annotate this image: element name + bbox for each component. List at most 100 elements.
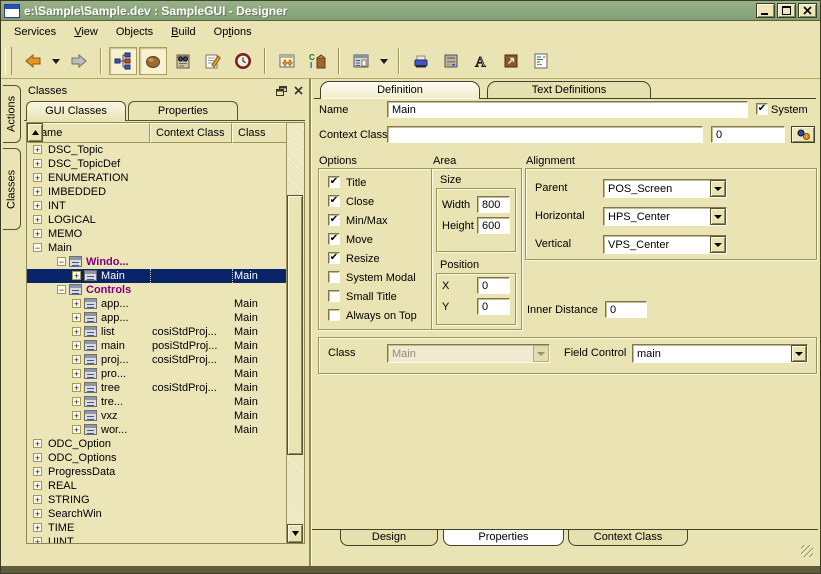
field-control-combo[interactable]: main bbox=[632, 344, 808, 363]
height-input[interactable]: 600 bbox=[477, 217, 510, 234]
expand-icon[interactable]: + bbox=[33, 481, 42, 490]
checkbox-system-modal[interactable] bbox=[328, 271, 340, 283]
tree-row-tree[interactable]: +treecosiStdProj...Main bbox=[27, 381, 288, 395]
form-view-button[interactable] bbox=[347, 47, 375, 75]
expand-icon[interactable]: + bbox=[72, 369, 81, 378]
tree-row-main[interactable]: −Main bbox=[27, 241, 288, 255]
checkbox-close[interactable]: ✔ bbox=[328, 195, 340, 207]
expand-icon[interactable]: + bbox=[33, 201, 42, 210]
tree-row-searchwin[interactable]: +SearchWin bbox=[27, 507, 288, 521]
column-header-name[interactable]: Name bbox=[27, 123, 150, 143]
bottom-tab-design[interactable]: Design bbox=[340, 530, 438, 546]
expand-icon[interactable]: + bbox=[33, 509, 42, 518]
settings-list-button[interactable] bbox=[527, 47, 555, 75]
font-button[interactable]: A bbox=[467, 47, 495, 75]
checkbox-min-max[interactable]: ✔ bbox=[328, 214, 340, 226]
expand-icon[interactable]: + bbox=[33, 537, 42, 544]
horizontal-combo[interactable]: HPS_Center bbox=[603, 207, 727, 226]
close-button[interactable] bbox=[798, 3, 817, 18]
scroll-up-button[interactable] bbox=[27, 123, 43, 142]
combo-dropdown-button[interactable] bbox=[710, 236, 726, 253]
expand-icon[interactable]: + bbox=[72, 341, 81, 350]
menu-services[interactable]: Services bbox=[5, 23, 65, 41]
tree-row-windo[interactable]: −Windo... bbox=[27, 255, 288, 269]
tree-row-string[interactable]: +STRING bbox=[27, 493, 288, 507]
side-tab-actions[interactable]: Actions bbox=[3, 85, 21, 143]
object-button[interactable] bbox=[139, 47, 167, 75]
back-button[interactable] bbox=[19, 47, 47, 75]
documentation-button[interactable] bbox=[169, 47, 197, 75]
context-count-input[interactable]: 0 bbox=[711, 126, 785, 143]
system-checkbox[interactable]: ✔ bbox=[756, 103, 768, 115]
expand-icon[interactable]: + bbox=[72, 425, 81, 434]
expand-icon[interactable]: + bbox=[33, 453, 42, 462]
expand-icon[interactable]: + bbox=[33, 439, 42, 448]
name-input[interactable]: Main bbox=[387, 101, 748, 118]
tree-row-main[interactable]: +MainMain bbox=[27, 269, 288, 283]
menu-objects[interactable]: Objects bbox=[107, 23, 162, 41]
column-header-context-class[interactable]: Context Class bbox=[150, 123, 232, 143]
tree-row-proj[interactable]: +proj...cosiStdProj...Main bbox=[27, 353, 288, 367]
code-interface-button[interactable]: CI bbox=[303, 47, 331, 75]
expand-icon[interactable]: + bbox=[72, 299, 81, 308]
expand-icon[interactable]: + bbox=[72, 327, 81, 336]
context-class-input[interactable] bbox=[387, 126, 703, 143]
combo-dropdown-button[interactable] bbox=[710, 208, 726, 225]
column-header-class[interactable]: Class bbox=[232, 123, 288, 143]
menu-options[interactable]: Options bbox=[205, 23, 261, 41]
expand-icon[interactable]: + bbox=[72, 313, 81, 322]
tree-row-pro[interactable]: +pro...Main bbox=[27, 367, 288, 381]
x-input[interactable]: 0 bbox=[477, 277, 510, 294]
tree-row-dsctopicdef[interactable]: +DSC_TopicDef bbox=[27, 157, 288, 171]
tree-row-enumeration[interactable]: +ENUMERATION bbox=[27, 171, 288, 185]
tab-definition[interactable]: Definition bbox=[320, 81, 480, 99]
tree-row-time[interactable]: +TIME bbox=[27, 521, 288, 535]
tree-row-app[interactable]: +app...Main bbox=[27, 297, 288, 311]
expand-icon[interactable]: + bbox=[72, 383, 81, 392]
tab-text-definitions[interactable]: Text Definitions bbox=[487, 81, 651, 99]
vertical-combo[interactable]: VPS_Center bbox=[603, 235, 727, 254]
toolbar-grip[interactable] bbox=[5, 47, 12, 75]
expand-icon[interactable]: + bbox=[33, 173, 42, 182]
collapse-icon[interactable]: − bbox=[33, 243, 42, 252]
checkbox-move[interactable]: ✔ bbox=[328, 233, 340, 245]
scroll-down-button[interactable] bbox=[287, 524, 303, 543]
forward-button[interactable] bbox=[65, 47, 93, 75]
tree-row-imbedded[interactable]: +IMBEDDED bbox=[27, 185, 288, 199]
tree-row-logical[interactable]: +LOGICAL bbox=[27, 213, 288, 227]
tree-row-tre[interactable]: +tre...Main bbox=[27, 395, 288, 409]
expand-icon[interactable]: + bbox=[33, 467, 42, 476]
generate-window-button[interactable] bbox=[273, 47, 301, 75]
tree-row-odcoptions[interactable]: +ODC_Options bbox=[27, 451, 288, 465]
combo-dropdown-button[interactable] bbox=[710, 180, 726, 197]
device-button[interactable] bbox=[437, 47, 465, 75]
edit-button[interactable] bbox=[199, 47, 227, 75]
checkbox-title[interactable]: ✔ bbox=[328, 176, 340, 188]
expand-icon[interactable]: + bbox=[72, 355, 81, 364]
expand-icon[interactable]: + bbox=[33, 495, 42, 504]
resize-grip[interactable] bbox=[801, 545, 813, 557]
tab-properties[interactable]: Properties bbox=[128, 101, 238, 121]
tab-gui-classes[interactable]: GUI Classes bbox=[26, 101, 126, 121]
parent-combo[interactable]: POS_Screen bbox=[603, 179, 727, 198]
tree-scrollbar[interactable] bbox=[286, 123, 304, 543]
tree-row-progressdata[interactable]: +ProgressData bbox=[27, 465, 288, 479]
bottom-tab-properties[interactable]: Properties bbox=[443, 530, 564, 546]
menu-view[interactable]: View bbox=[65, 23, 107, 41]
expand-icon[interactable]: + bbox=[33, 187, 42, 196]
runtime-button[interactable] bbox=[229, 47, 257, 75]
print-button[interactable] bbox=[407, 47, 435, 75]
collapse-icon[interactable]: − bbox=[57, 257, 66, 266]
float-panel-button[interactable] bbox=[274, 84, 288, 97]
expand-icon[interactable]: + bbox=[33, 523, 42, 532]
context-class-picker-button[interactable] bbox=[791, 126, 815, 143]
y-input[interactable]: 0 bbox=[477, 298, 510, 315]
expand-icon[interactable]: + bbox=[72, 271, 81, 280]
scrollbar-thumb[interactable] bbox=[287, 195, 303, 455]
expand-icon[interactable]: + bbox=[33, 145, 42, 154]
tree-row-list[interactable]: +listcosiStdProj...Main bbox=[27, 325, 288, 339]
checkbox-resize[interactable]: ✔ bbox=[328, 252, 340, 264]
expand-icon[interactable]: + bbox=[33, 159, 42, 168]
tree-row-uint[interactable]: +UINT bbox=[27, 535, 288, 544]
tree-row-memo[interactable]: +MEMO bbox=[27, 227, 288, 241]
